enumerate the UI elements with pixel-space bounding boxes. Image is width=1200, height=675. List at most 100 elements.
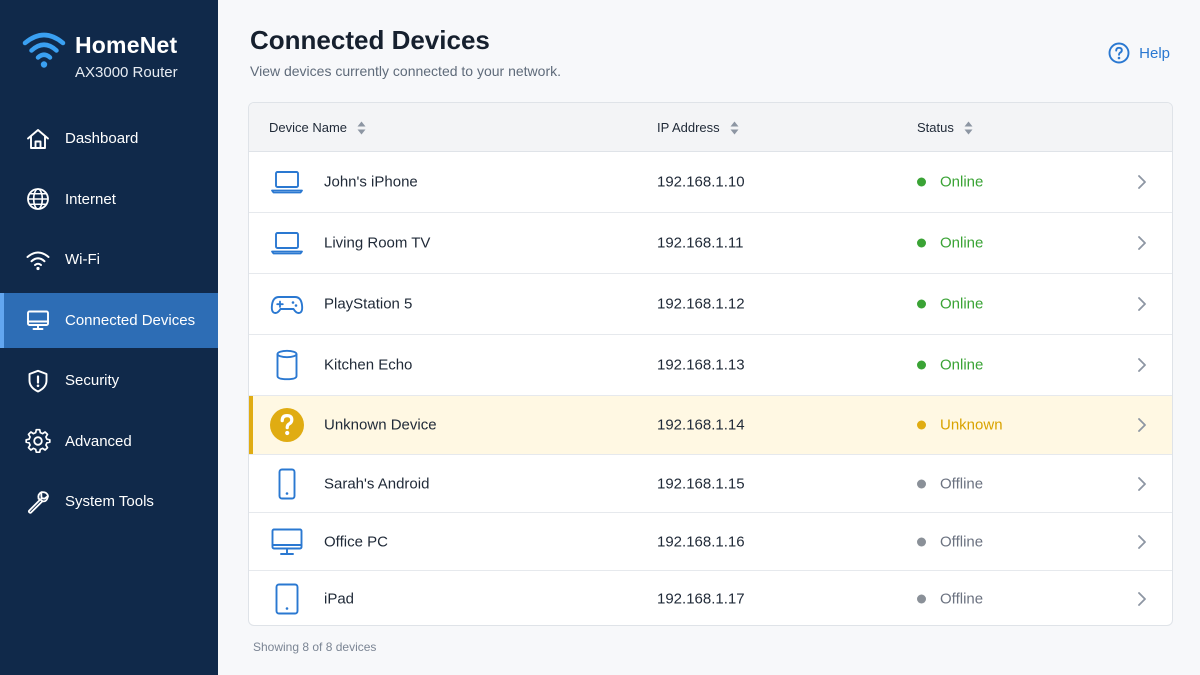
tablet-icon <box>269 581 305 617</box>
column-header-label: IP Address <box>657 120 720 135</box>
table-row[interactable]: Kitchen Echo 192.168.1.13 Online <box>249 335 1172 396</box>
sort-icon <box>964 121 973 134</box>
sidebar-item-label: Advanced <box>65 432 132 450</box>
status-label: Online <box>940 234 984 252</box>
device-name: Living Room TV <box>324 234 431 252</box>
gamepad-icon <box>269 286 305 322</box>
status-dot <box>917 479 926 488</box>
chevron-right-icon <box>1138 175 1146 189</box>
sidebar-item-label: Connected Devices <box>65 311 196 329</box>
chevron-right-icon <box>1138 236 1146 250</box>
device-status: Offline <box>917 591 983 608</box>
table-row[interactable]: Sarah's Android 192.168.1.15 Offline <box>249 455 1172 513</box>
table-row[interactable]: Living Room TV 192.168.1.11 Online <box>249 213 1172 274</box>
globe-icon <box>25 186 51 212</box>
device-status: Offline <box>917 475 983 492</box>
sidebar-item-advanced[interactable]: Advanced <box>0 414 218 469</box>
sidebar: HomeNet AX3000 Router Dashboard Internet… <box>0 0 218 675</box>
chevron-right-icon <box>1138 476 1146 491</box>
sidebar-item-label: Security <box>65 372 120 389</box>
main-content: Connected Devices View devices currently… <box>218 0 1200 675</box>
table-row[interactable]: Office PC 192.168.1.16 Offline <box>249 513 1172 571</box>
device-name: Office PC <box>324 533 388 550</box>
chevron-right-icon <box>1138 534 1146 549</box>
status-label: Unknown <box>940 416 1003 434</box>
status-dot <box>917 420 926 430</box>
device-ip: 192.168.1.11 <box>657 234 744 252</box>
column-header-label: Status <box>917 120 954 135</box>
sidebar-item-label: Wi-Fi <box>65 251 100 268</box>
device-ip: 192.168.1.12 <box>657 295 745 313</box>
wifi-icon <box>25 247 51 273</box>
shield-icon <box>25 368 51 394</box>
status-dot <box>917 238 926 248</box>
sidebar-item-security[interactable]: Security <box>0 353 218 408</box>
status-dot <box>917 594 926 604</box>
phone-icon <box>269 466 305 502</box>
chevron-right-icon <box>1138 358 1146 372</box>
device-status: Online <box>917 296 983 313</box>
table-body: John's iPhone 192.168.1.10 Online Living… <box>249 152 1172 625</box>
sidebar-item-connected-devices[interactable]: Connected Devices <box>0 292 218 348</box>
help-link[interactable]: Help <box>1108 42 1170 64</box>
device-name: Kitchen Echo <box>324 356 413 374</box>
question-icon <box>269 407 305 443</box>
device-ip: 192.168.1.13 <box>657 356 745 374</box>
laptop-icon <box>269 164 305 200</box>
status-dot <box>917 360 926 370</box>
chevron-right-icon <box>1138 592 1146 606</box>
desktop-icon <box>269 524 305 560</box>
sidebar-item-label: Internet <box>65 190 116 208</box>
help-label: Help <box>1139 44 1170 62</box>
status-label: Offline <box>940 475 984 492</box>
sidebar-nav: Dashboard Internet Wi-Fi Connected Devic… <box>0 111 218 535</box>
device-status: Online <box>917 235 983 252</box>
table-row[interactable]: Unknown Device 192.168.1.14 Unknown <box>249 396 1172 455</box>
page-title: Connected Devices <box>250 25 490 55</box>
status-dot <box>917 537 926 546</box>
chevron-right-icon <box>1138 418 1146 432</box>
sidebar-item-internet[interactable]: Internet <box>0 172 218 227</box>
sidebar-item-wifi[interactable]: Wi-Fi <box>0 232 218 287</box>
column-header-status[interactable]: Status <box>917 103 973 152</box>
status-label: Online <box>940 356 984 374</box>
status-label: Offline <box>940 533 984 550</box>
monitor-icon <box>25 307 51 333</box>
column-header-ip-address[interactable]: IP Address <box>657 103 739 152</box>
device-name: Sarah's Android <box>324 475 430 492</box>
sidebar-item-dashboard[interactable]: Dashboard <box>0 111 218 166</box>
table-row[interactable]: PlayStation 5 192.168.1.12 Online <box>249 274 1172 335</box>
wifi-logo-icon <box>22 32 66 68</box>
device-status: Online <box>917 357 983 374</box>
device-ip: 192.168.1.17 <box>657 590 745 608</box>
table-row[interactable]: John's iPhone 192.168.1.10 Online <box>249 152 1172 213</box>
device-name: PlayStation 5 <box>324 295 413 313</box>
status-dot <box>917 299 926 309</box>
page-subtitle: View devices currently connected to your… <box>250 63 562 79</box>
home-icon <box>25 126 51 152</box>
status-dot <box>917 177 926 187</box>
device-ip: 192.168.1.10 <box>657 173 745 191</box>
device-status: Offline <box>917 533 983 550</box>
sidebar-item-label: System Tools <box>65 493 154 510</box>
status-label: Offline <box>940 590 984 608</box>
speaker-icon <box>269 347 305 383</box>
device-status: Online <box>917 174 983 191</box>
device-status: Unknown <box>917 417 1003 434</box>
sidebar-item-system-tools[interactable]: System Tools <box>0 474 218 529</box>
sidebar-item-label: Dashboard <box>65 130 139 147</box>
table-row[interactable]: iPad 192.168.1.17 Offline <box>249 571 1172 625</box>
status-label: Online <box>940 173 984 191</box>
device-ip: 192.168.1.15 <box>657 475 745 492</box>
gear-icon <box>25 428 51 454</box>
brand-name: HomeNet <box>75 32 178 58</box>
column-header-device-name[interactable]: Device Name <box>269 103 366 152</box>
table-header: Device Name IP Address Status <box>249 103 1172 152</box>
column-header-label: Device Name <box>269 120 348 135</box>
laptop-icon <box>269 225 305 261</box>
sort-icon <box>730 121 739 134</box>
device-name: John's iPhone <box>324 173 418 191</box>
device-ip: 192.168.1.16 <box>657 533 745 550</box>
status-label: Online <box>940 295 984 313</box>
wrench-icon <box>25 489 51 515</box>
